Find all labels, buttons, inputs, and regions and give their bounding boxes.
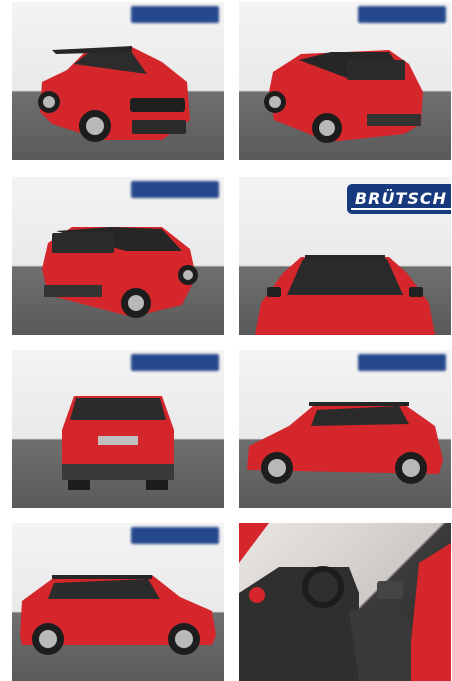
gallery-photo-rear-right[interactable] (12, 177, 224, 335)
car-front-image (255, 255, 435, 335)
car-side-left-image (247, 402, 443, 484)
gallery-photo-side-left[interactable] (239, 350, 451, 508)
car-front-left-image (38, 46, 190, 142)
gallery-photo-rear-left[interactable] (239, 2, 451, 160)
gallery-photo-front[interactable]: BRÜTSCH (239, 177, 451, 335)
gallery-photo-front-left[interactable] (12, 2, 224, 160)
gallery-photo-interior[interactable] (239, 523, 451, 681)
car-side-right-image (20, 575, 216, 655)
car-interior-image (239, 523, 451, 681)
gallery-photo-rear[interactable] (12, 350, 224, 508)
photo-gallery: BRÜTSCH (0, 0, 452, 681)
car-rear-left-image (264, 50, 423, 143)
car-rear-image (62, 396, 174, 490)
car-rear-right-image (42, 227, 198, 318)
gallery-photo-side-right[interactable] (12, 523, 224, 681)
